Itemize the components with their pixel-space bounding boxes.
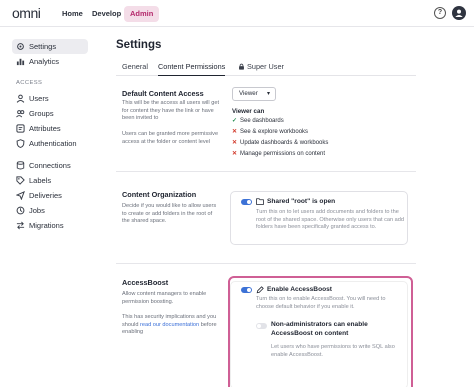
permission-item: ✕ Manage permissions on content [232, 150, 325, 159]
permission-label: Update dashboards & workbooks [240, 140, 329, 146]
sidebar-item-users[interactable]: Users [12, 91, 88, 106]
permission-item: ✕ See & explore workbooks [232, 128, 308, 137]
select-value: Viewer [239, 90, 258, 97]
page-title: Settings [116, 39, 162, 51]
migrate-icon [16, 221, 25, 230]
shared-root-title: Shared "root" is open [267, 198, 336, 205]
sidebar-item-label: Authentication [29, 139, 77, 148]
sidebar-item-labels[interactable]: Labels [12, 173, 88, 188]
sidebar-item-attributes[interactable]: Attributes [12, 121, 88, 136]
accessboost-title: AccessBoost [122, 278, 169, 287]
accessboost-desc-2: This has security implications and you s… [122, 314, 220, 337]
nav-home[interactable]: Home [56, 6, 89, 22]
settings-tabs: General Content Permissions Super User [116, 60, 416, 76]
sidebar-item-label: Groups [29, 109, 54, 118]
database-icon [16, 161, 25, 170]
tab-content-permissions[interactable]: Content Permissions [158, 62, 226, 76]
permission-item: ✓ See dashboards [232, 117, 284, 126]
highlight-outline [228, 276, 413, 387]
viewer-can-title: Viewer can [232, 108, 265, 115]
sidebar-item-label: Labels [29, 176, 52, 185]
default-access-select[interactable]: Viewer ▾ [232, 87, 276, 101]
sidebar-item-jobs[interactable]: Jobs [12, 203, 88, 218]
sidebar-item-label: Attributes [29, 124, 61, 133]
sidebar-item-label: Analytics [29, 57, 60, 66]
gear-icon [17, 43, 24, 50]
sidebar-item-label: Jobs [29, 206, 45, 215]
sidebar-item-label: Settings [29, 42, 57, 51]
shield-icon [16, 139, 25, 148]
avatar[interactable] [452, 6, 466, 20]
x-icon: ✕ [232, 140, 238, 146]
section-divider [116, 263, 416, 264]
accessboost-desc: Allow content managers to enable permiss… [122, 291, 207, 305]
shared-root-desc: Turn this on to let users add documents … [256, 209, 405, 231]
check-icon: ✓ [232, 118, 238, 124]
x-icon: ✕ [232, 129, 238, 135]
omni-logo[interactable]: omni [12, 5, 41, 21]
folder-icon [256, 198, 264, 205]
sidebar-item-authentication[interactable]: Authentication [12, 136, 88, 151]
clock-icon [16, 206, 25, 215]
chart-icon [16, 58, 25, 66]
sidebar-item-deliveries[interactable]: Deliveries [12, 188, 88, 203]
sidebar-item-analytics[interactable]: Analytics [12, 54, 88, 69]
attributes-icon [16, 124, 25, 133]
tag-icon [16, 176, 25, 185]
permission-label: Manage permissions on content [240, 151, 326, 157]
sidebar-item-label: Users [29, 94, 49, 103]
tab-general[interactable]: General [122, 62, 148, 76]
sidebar-section-heading: ACCESS [16, 80, 43, 86]
content-org-title: Content Organization [122, 190, 197, 199]
x-icon: ✕ [232, 151, 238, 157]
shared-root-card: Shared "root" is open Turn this on to le… [230, 191, 408, 245]
help-icon[interactable]: ? [434, 7, 446, 19]
group-icon [16, 110, 25, 118]
chevron-down-icon: ▾ [266, 91, 270, 97]
shared-root-toggle[interactable] [241, 199, 252, 205]
tab-super-user[interactable]: Super User [238, 62, 284, 76]
nav-admin[interactable]: Admin [124, 6, 160, 22]
user-icon [16, 94, 25, 103]
send-icon [16, 191, 25, 200]
sidebar: Settings Analytics ACCESS Users Groups A… [0, 27, 106, 387]
top-nav-bar: omni Home Develop Admin ? [0, 0, 474, 27]
sidebar-item-settings[interactable]: Settings [12, 39, 88, 54]
permission-label: See & explore workbooks [240, 129, 309, 135]
default-access-desc: This will be the access all users will g… [122, 100, 219, 122]
main-content: Settings General Content Permissions Sup… [106, 27, 474, 387]
section-divider [116, 171, 416, 172]
sidebar-item-migrations[interactable]: Migrations [12, 218, 88, 233]
sidebar-item-label: Deliveries [29, 191, 62, 200]
sidebar-item-label: Migrations [29, 221, 64, 230]
nav-develop[interactable]: Develop [86, 6, 127, 22]
user-avatar-icon [455, 9, 463, 17]
lock-icon [239, 63, 244, 70]
permission-item: ✕ Update dashboards & workbooks [232, 139, 328, 148]
content-org-desc: Decide if you would like to allow users … [122, 203, 217, 225]
default-access-title: Default Content Access [122, 89, 204, 98]
sidebar-item-label: Connections [29, 161, 71, 170]
sidebar-item-groups[interactable]: Groups [12, 106, 88, 121]
default-access-desc-2: Users can be granted more permissive acc… [122, 131, 219, 145]
permission-label: See dashboards [240, 118, 284, 124]
tab-label: Super User [247, 62, 284, 71]
documentation-link[interactable]: read our documentation [140, 322, 199, 328]
sidebar-item-connections[interactable]: Connections [12, 158, 88, 173]
